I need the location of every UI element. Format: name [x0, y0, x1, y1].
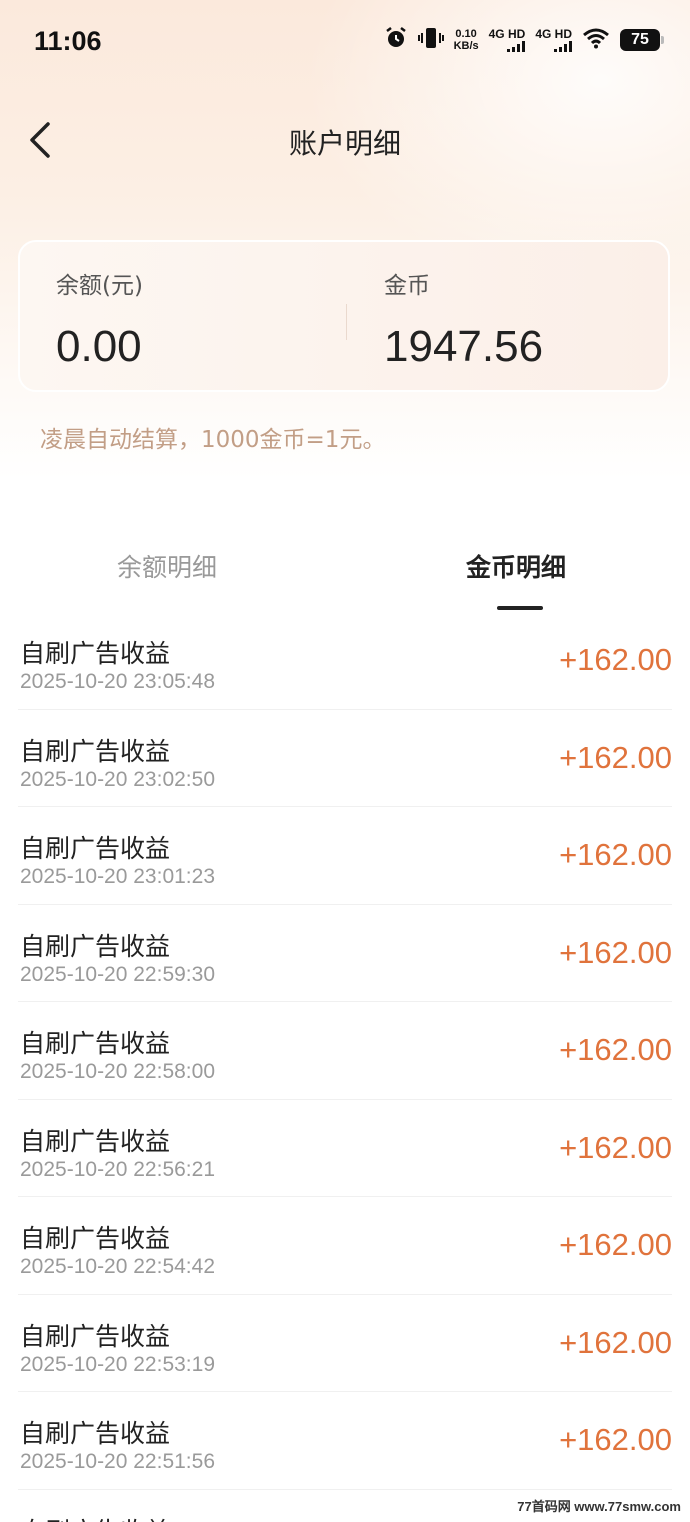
record-title: 自刷广告收益 — [20, 834, 171, 863]
status-time: 11:06 — [34, 26, 102, 56]
detail-tabs: 余额明细 金币明细 — [0, 530, 690, 620]
tab-balance-details[interactable]: 余额明细 — [117, 548, 217, 584]
list-item: 自刷广告收益 2025-10-20 23:01:23 +162.00 — [18, 807, 672, 905]
record-amount: +162.00 — [559, 642, 672, 677]
watermark: 77首码网 www.77smw.com — [514, 1495, 684, 1516]
nav-bar: 账户明细 — [0, 100, 690, 180]
record-amount: +162.00 — [559, 837, 672, 872]
signal-bars-icon — [535, 40, 572, 52]
record-time: 2025-10-20 23:01:23 — [20, 865, 215, 888]
alarm-icon — [384, 26, 408, 54]
record-amount: +162.00 — [559, 1324, 672, 1360]
list-item: 自刷广告收益 2025-10-20 22:54:42 +162.00 — [18, 1197, 672, 1295]
record-time: 2025-10-20 23:02:50 — [20, 767, 215, 791]
record-title: 自刷广告收益 — [20, 1029, 171, 1058]
signal-2: 4G HD — [535, 28, 572, 52]
status-icons: 0.10 KB/s 4G HD 4G HD 75 — [384, 26, 664, 54]
record-title: 自刷广告收益 — [20, 1224, 171, 1253]
network-speed-value: 0.10 — [455, 28, 477, 40]
record-title: 自刷广告收益 — [20, 1321, 171, 1351]
record-time: 2025-10-20 22:53:19 — [20, 1352, 215, 1376]
page-title: 账户明细 — [288, 127, 401, 160]
record-amount: +162.00 — [559, 739, 672, 775]
signal-1-label: 4G HD — [488, 27, 526, 41]
list-item: 自刷广告收益 2025-10-20 23:02:50 +162.00 — [18, 710, 672, 807]
list-item: 自刷广告收益 2025-10-20 22:53:19 +162.00 — [18, 1295, 672, 1392]
vibrate-icon — [417, 26, 444, 54]
balance-value: 0.00 — [56, 322, 142, 371]
battery-icon: 75 — [620, 29, 664, 51]
tab-coin-details[interactable]: 金币明细 — [466, 548, 566, 584]
record-title: 自刷广告收益 — [20, 1419, 171, 1448]
record-amount: +162.00 — [559, 934, 672, 970]
coins-value: 1947.56 — [384, 322, 544, 371]
list-item: 自刷广告收益 2025-10-20 22:51:56 +162.00 — [18, 1392, 672, 1490]
settlement-note: 凌晨自动结算，1000金币=1元。 — [40, 427, 386, 453]
record-time: 2025-10-20 22:56:21 — [20, 1157, 215, 1181]
status-bar: 11:06 0.10 KB/s 4G HD 4G HD 75 — [0, 0, 690, 84]
record-title: 自刷广告收益 — [20, 1126, 171, 1156]
network-speed: 0.10 KB/s — [454, 28, 479, 52]
record-amount: +162.00 — [559, 1422, 672, 1457]
list-item: 自刷广告收益 2025-10-20 22:59:30 +162.00 — [18, 905, 672, 1002]
record-time: 2025-10-20 22:58:00 — [20, 1060, 215, 1083]
coins-label: 金币 — [384, 273, 430, 299]
record-title: 自刷广告收益 — [20, 639, 171, 668]
list-item: 自刷广告收益 2025-10-20 22:58:00 +162.00 — [18, 1002, 672, 1100]
signal-1: 4G HD — [489, 28, 526, 52]
card-divider — [346, 304, 347, 340]
record-title: 自刷广告收益 — [20, 931, 171, 961]
network-speed-unit: KB/s — [453, 40, 479, 52]
wifi-icon — [582, 27, 610, 53]
list-item: 自刷广告收益 2025-10-20 22:56:21 +162.00 — [18, 1100, 672, 1197]
record-time: 2025-10-20 23:05:48 — [20, 670, 215, 693]
balance-label: 余额(元) — [56, 273, 143, 299]
active-tab-indicator — [497, 606, 543, 610]
record-title: 自刷广告收益 — [20, 736, 171, 766]
record-time: 2025-10-20 22:59:30 — [20, 962, 215, 986]
signal-bars-icon — [489, 40, 526, 52]
record-amount: +162.00 — [559, 1227, 672, 1262]
list-item: 自刷广告收益 2025-10-20 23:05:48 +162.00 — [18, 612, 672, 710]
record-time: 2025-10-20 22:54:42 — [20, 1255, 215, 1278]
record-amount: +162.00 — [559, 1129, 672, 1165]
record-amount: +162.00 — [559, 1032, 672, 1067]
coin-records-list[interactable]: 自刷广告收益 2025-10-20 23:05:48 +162.00 自刷广告收… — [18, 612, 672, 1522]
record-title: 自刷广告收益 — [20, 1512, 170, 1522]
signal-2-label: 4G HD — [535, 27, 572, 41]
record-time: 2025-10-20 22:51:56 — [20, 1450, 215, 1473]
balance-card: 余额(元) 0.00 金币 1947.56 — [18, 240, 670, 392]
